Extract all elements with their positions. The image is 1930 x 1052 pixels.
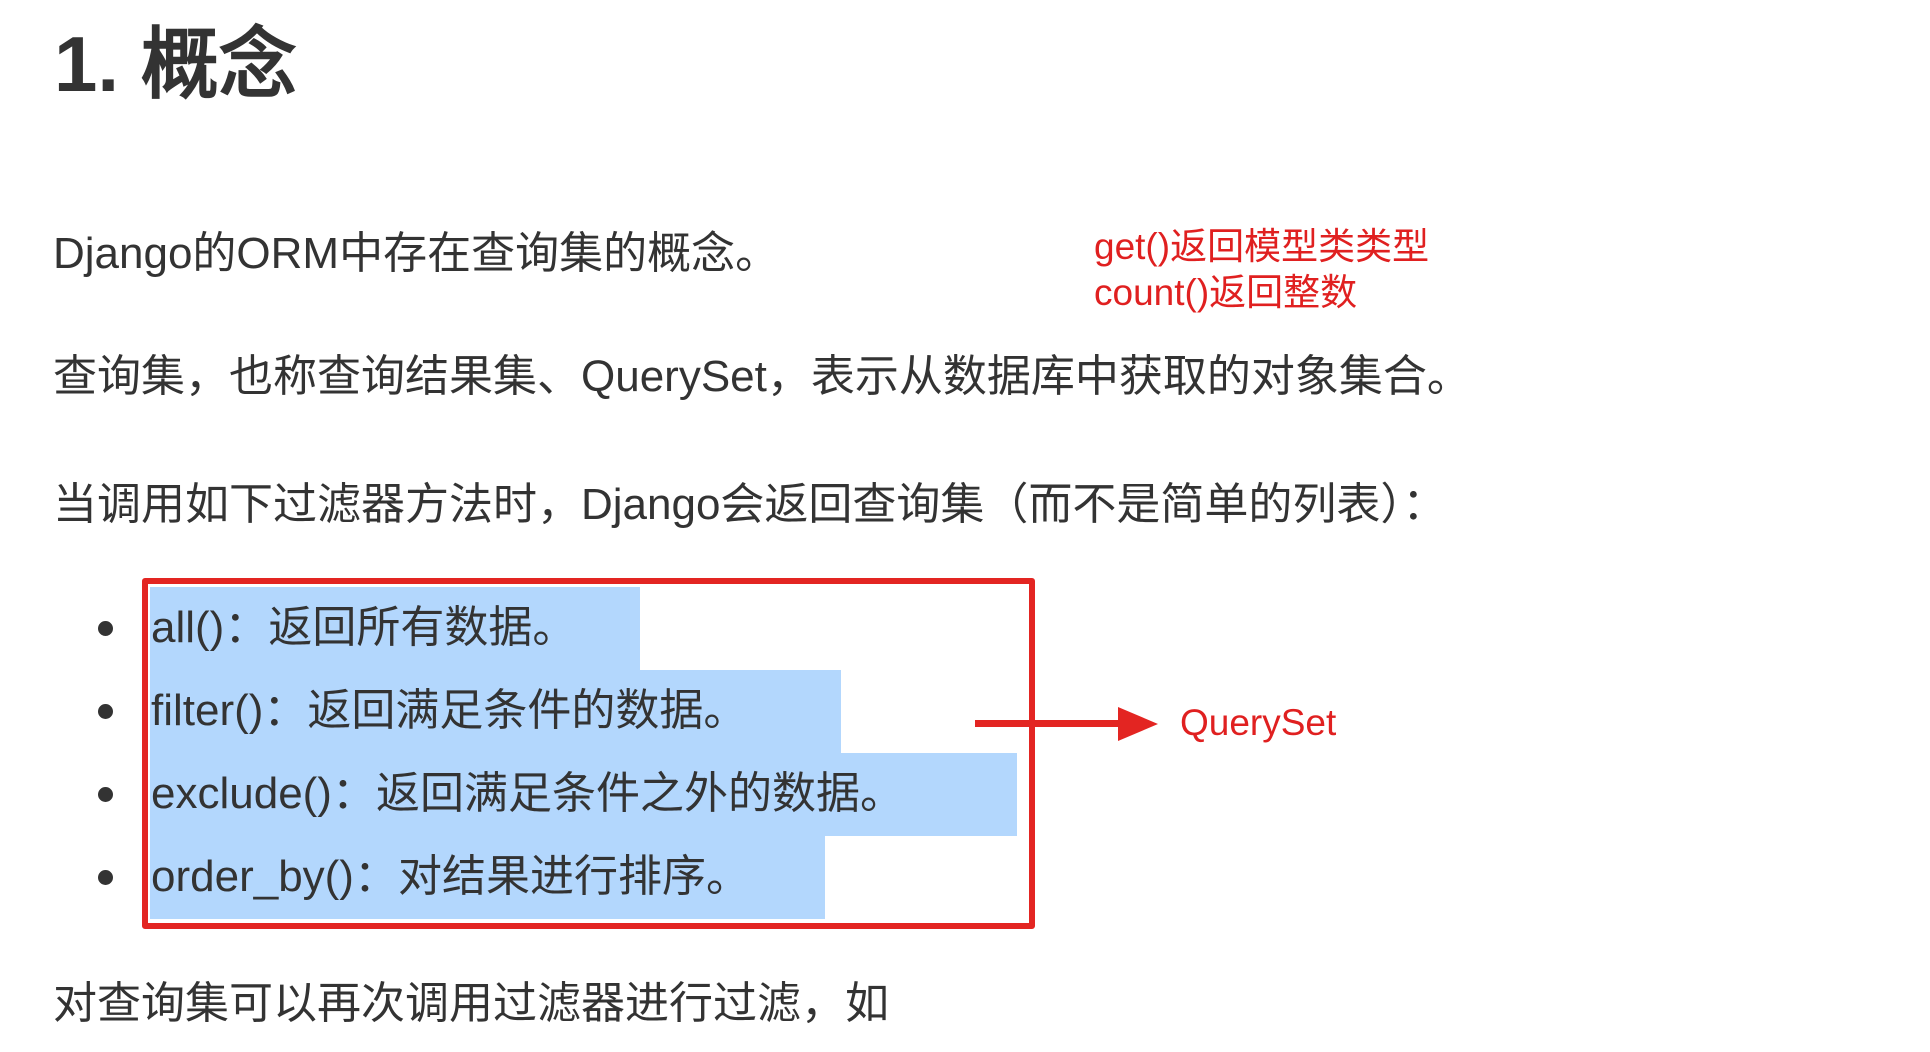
arrow-icon <box>975 720 1125 727</box>
bullet-icon <box>98 787 113 802</box>
paragraph-chain-filter: 对查询集可以再次调用过滤器进行过滤，如 <box>53 979 889 1028</box>
paragraph-filter-methods: 当调用如下过滤器方法时，Django会返回查询集（而不是简单的列表）： <box>53 480 1447 529</box>
paragraph-queryset-definition: 查询集，也称查询结果集、QuerySet，表示从数据库中获取的对象集合。 <box>53 352 1471 401</box>
bullet-icon <box>98 870 113 885</box>
annotation-get: get()返回模型类类型 <box>1094 226 1430 267</box>
annotation-queryset: QuerySet <box>1180 702 1337 743</box>
arrow-head-icon <box>1118 707 1158 741</box>
bullet-icon <box>98 704 113 719</box>
annotation-count: count()返回整数 <box>1094 272 1358 313</box>
bullet-icon <box>98 621 113 636</box>
paragraph-orm-concept: Django的ORM中存在查询集的概念。 <box>53 229 780 278</box>
annotation-box <box>142 578 1035 929</box>
page-title: 1. 概念 <box>54 20 297 108</box>
